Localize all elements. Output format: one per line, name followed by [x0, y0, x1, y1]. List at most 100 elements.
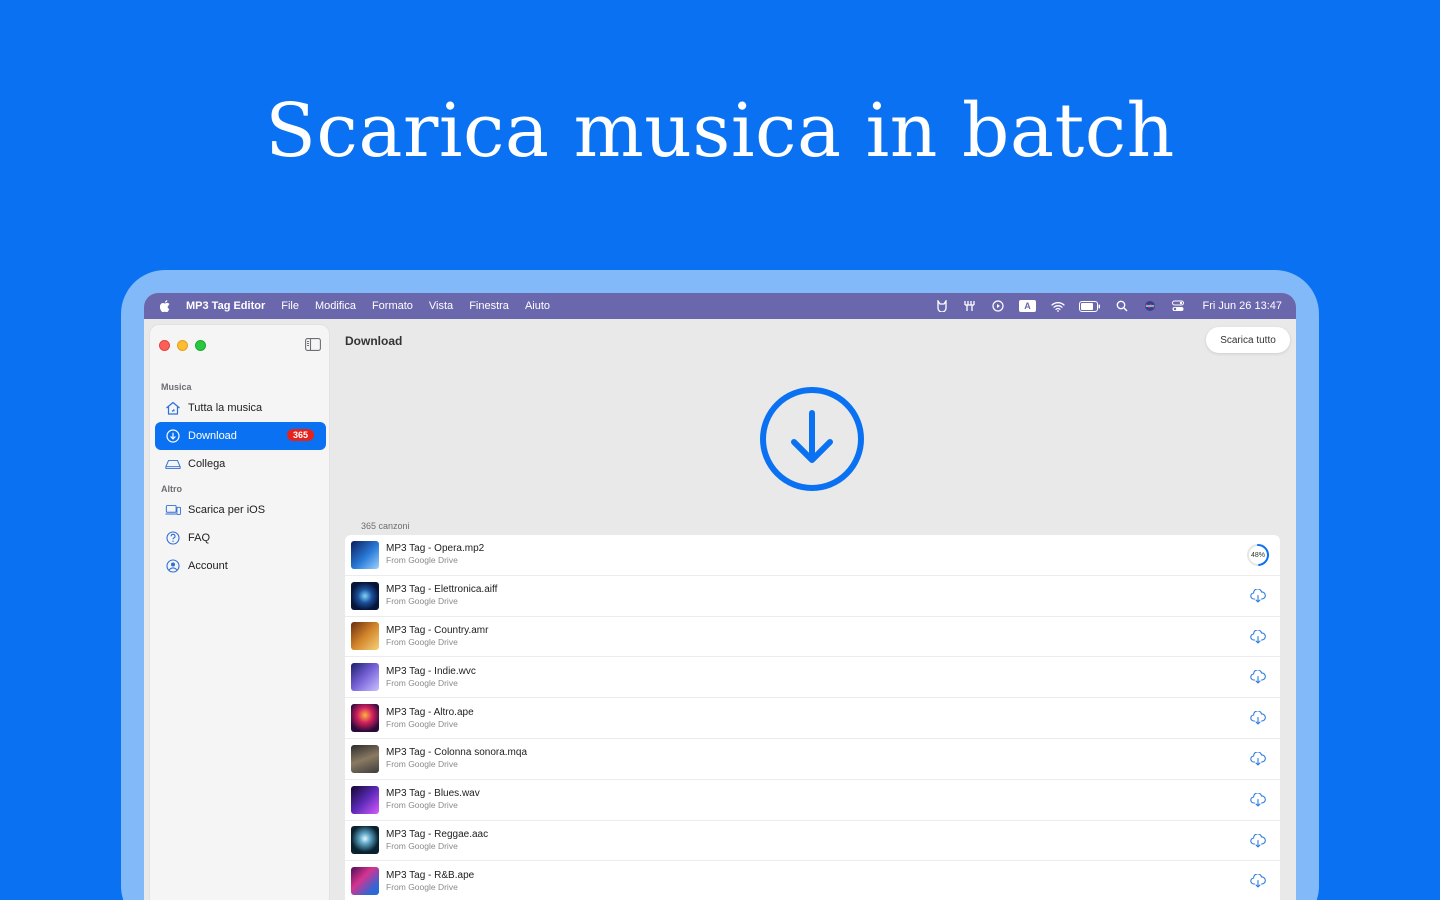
wifi-icon[interactable]	[1050, 299, 1065, 313]
menu-format[interactable]: Formato	[372, 300, 413, 312]
list-item[interactable]: MP3 Tag - Colonna sonora.mqa From Google …	[345, 739, 1280, 780]
song-info: MP3 Tag - Blues.wav From Google Drive	[386, 788, 480, 811]
album-art	[351, 744, 379, 773]
zoom-button[interactable]	[195, 340, 206, 351]
progress-label: 48%	[1250, 551, 1265, 559]
sidebar-item-ios[interactable]: Scarica per iOS	[155, 496, 326, 524]
section-music-label: Musica	[161, 382, 192, 392]
page-title: Download	[345, 334, 403, 348]
control-center-icon[interactable]	[1171, 299, 1185, 313]
song-info: MP3 Tag - Colonna sonora.mqa From Google …	[386, 747, 527, 770]
list-item[interactable]: MP3 Tag - Altro.ape From Google Drive	[345, 698, 1280, 739]
sidebar-item-label: FAQ	[188, 532, 211, 544]
song-title: MP3 Tag - Elettronica.aiff	[386, 584, 498, 596]
screen: MP3 Tag Editor File Modifica Formato Vis…	[144, 293, 1296, 900]
cloud-download-icon[interactable]	[1246, 665, 1270, 689]
menu-app-name[interactable]: MP3 Tag Editor	[186, 300, 265, 312]
song-title: MP3 Tag - Altro.ape	[386, 706, 474, 718]
cloud-download-icon[interactable]	[1246, 747, 1270, 771]
album-art	[351, 785, 379, 814]
song-title: MP3 Tag - Reggae.aac	[386, 828, 489, 840]
menu-bar: MP3 Tag Editor File Modifica Formato Vis…	[144, 293, 1296, 319]
a-keyboard-icon[interactable]: A	[1019, 299, 1037, 313]
list-item[interactable]: MP3 Tag - R&B.ape From Google Drive	[345, 861, 1280, 900]
battery-icon[interactable]	[1078, 299, 1101, 313]
album-art	[351, 663, 379, 692]
list-item[interactable]: MP3 Tag - Elettronica.aiff From Google Dr…	[345, 576, 1280, 617]
sidebar-item-label: Tutta la musica	[188, 402, 263, 414]
sidebar-item-faq[interactable]: FAQ	[155, 524, 326, 552]
fork-icon[interactable]	[963, 299, 977, 313]
person-circle-icon	[165, 558, 181, 574]
cat-icon[interactable]	[935, 299, 949, 313]
song-source: From Google Drive	[386, 800, 458, 811]
sidebar-item-label: Download	[188, 430, 237, 442]
sidebar-toggle-icon[interactable]	[305, 338, 321, 351]
album-art	[351, 826, 379, 855]
download-all-button[interactable]: Scarica tutto	[1206, 327, 1290, 353]
download-count-badge: 365	[286, 429, 314, 441]
app-window: Musica Tutta la musica Download 365 Coll…	[144, 319, 1296, 900]
list-item[interactable]: MP3 Tag - Indie.wvc From Google Drive	[345, 657, 1280, 699]
menu-edit[interactable]: Modifica	[315, 300, 356, 312]
cloud-download-icon[interactable]	[1246, 706, 1270, 730]
song-source: From Google Drive	[386, 759, 458, 770]
sidebar-item-all-music[interactable]: Tutta la musica	[155, 394, 326, 422]
song-info: MP3 Tag - Altro.ape From Google Drive	[386, 707, 474, 730]
apple-icon[interactable]	[160, 300, 170, 312]
menu-help[interactable]: Aiuto	[525, 300, 550, 312]
sidebar-item-label: Collega	[188, 458, 226, 470]
album-art	[351, 540, 379, 569]
album-art	[351, 704, 379, 733]
list-item[interactable]: MP3 Tag - Blues.wav From Google Drive	[345, 780, 1280, 821]
song-source: From Google Drive	[386, 881, 458, 892]
sidebar-item-connect[interactable]: Collega	[155, 450, 326, 478]
menu-window[interactable]: Finestra	[469, 300, 509, 312]
minimize-button[interactable]	[177, 340, 188, 351]
sidebar-item-download[interactable]: Download 365	[155, 422, 326, 450]
status-area: A Fri Jun 26 13:47	[935, 293, 1283, 319]
search-icon[interactable]	[1115, 299, 1129, 313]
song-info: MP3 Tag - R&B.ape From Google Drive	[386, 870, 474, 893]
song-source: From Google Drive	[386, 677, 458, 688]
song-info: MP3 Tag - Elettronica.aiff From Google Dr…	[386, 584, 497, 607]
menu-view[interactable]: Vista	[429, 300, 453, 312]
list-item[interactable]: MP3 Tag - Reggae.aac From Google Drive	[345, 821, 1280, 862]
album-art	[351, 867, 379, 896]
list-item[interactable]: MP3 Tag - Opera.mp2 From Google Drive 48%	[345, 535, 1280, 576]
headline: Scarica musica in batch	[265, 88, 1175, 174]
album-art	[351, 581, 379, 610]
song-source: From Google Drive	[386, 718, 458, 729]
section-other-label: Altro	[161, 484, 182, 494]
list-item[interactable]: MP3 Tag - Country.amr From Google Drive	[345, 617, 1280, 658]
drive-icon	[165, 456, 181, 472]
siri-icon[interactable]	[1143, 299, 1157, 313]
cloud-download-icon[interactable]	[1246, 829, 1270, 853]
sidebar-item-label: Scarica per iOS	[188, 504, 266, 516]
menu-file[interactable]: File	[281, 300, 299, 312]
a-keyboard-label: A	[1019, 300, 1036, 312]
song-title: MP3 Tag - Country.amr	[386, 624, 489, 636]
cloud-download-icon[interactable]	[1246, 584, 1270, 608]
song-list: MP3 Tag - Opera.mp2 From Google Drive 48% M…	[345, 535, 1280, 900]
download-circle-icon	[165, 428, 181, 444]
song-count: 365 canzoni	[361, 521, 410, 531]
sidebar-item-label: Account	[188, 560, 228, 572]
cloud-download-icon[interactable]	[1246, 625, 1270, 649]
song-info: MP3 Tag - Indie.wvc From Google Drive	[386, 666, 476, 689]
cloud-download-icon[interactable]	[1246, 788, 1270, 812]
song-source: From Google Drive	[386, 555, 458, 566]
song-source: From Google Drive	[386, 596, 458, 607]
close-button[interactable]	[159, 340, 170, 351]
song-info: MP3 Tag - Opera.mp2 From Google Drive	[386, 543, 484, 566]
laptop-phone-icon	[165, 502, 181, 518]
window-controls	[159, 340, 206, 351]
song-source: From Google Drive	[386, 840, 458, 851]
download-progress-ring[interactable]: 48%	[1246, 543, 1270, 567]
menu-clock: Fri Jun 26 13:47	[1202, 300, 1283, 312]
cloud-download-icon[interactable]	[1246, 869, 1270, 893]
sidebar-item-account[interactable]: Account	[155, 552, 326, 580]
song-info: MP3 Tag - Reggae.aac From Google Drive	[386, 829, 488, 852]
play-circle-icon[interactable]	[991, 299, 1005, 313]
download-hero-icon	[760, 387, 864, 491]
